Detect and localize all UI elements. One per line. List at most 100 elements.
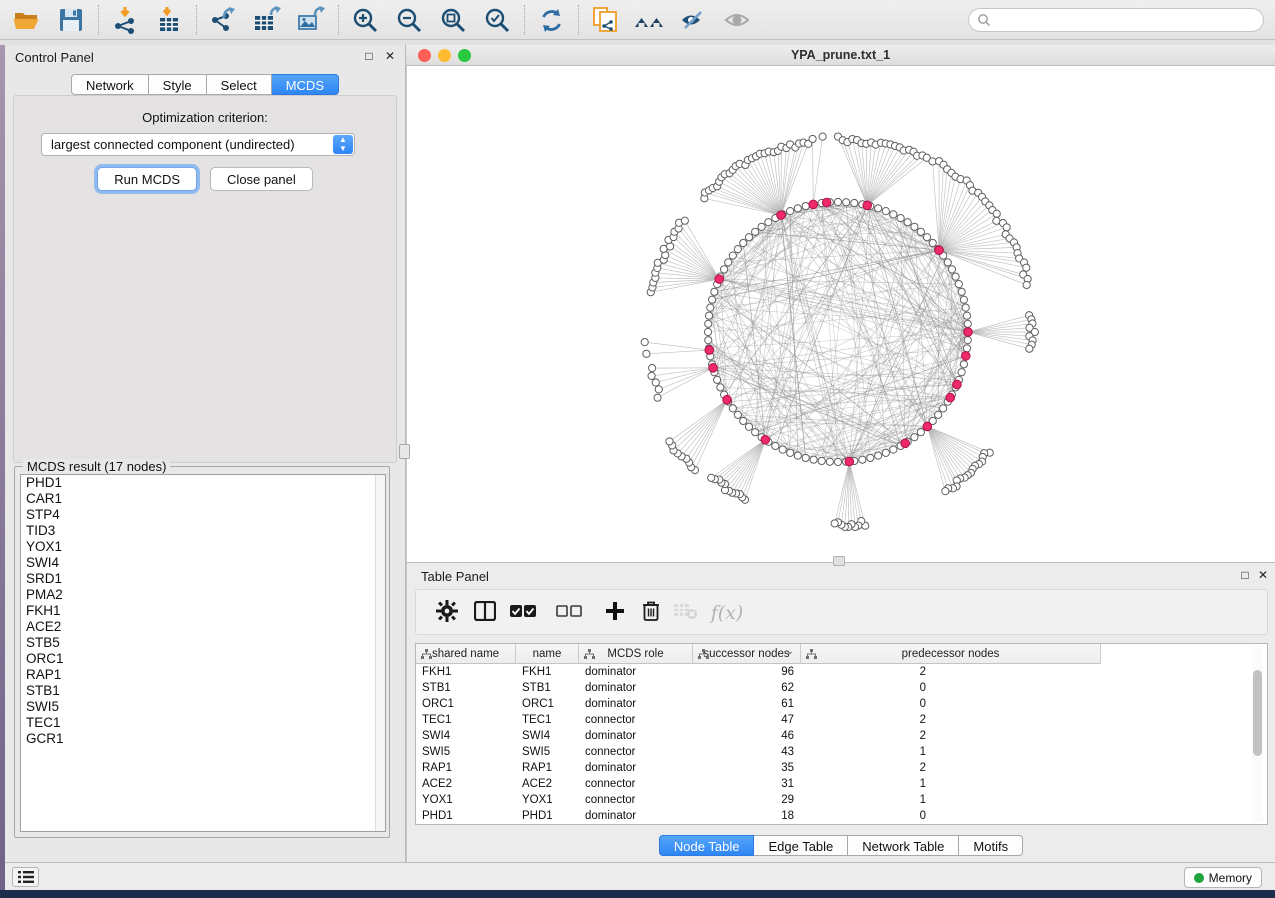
cell-name[interactable]: SWI4 [516,728,579,744]
graph-ring-node[interactable] [802,454,809,461]
refresh-layout-button[interactable] [532,3,570,37]
graph-leaf-node[interactable] [1023,264,1030,271]
zoom-in-button[interactable] [346,3,384,37]
graph-ring-node[interactable] [963,312,970,319]
control-panel-float-icon[interactable]: □ [362,49,376,63]
deselect-all-button[interactable] [554,598,584,628]
column-header-MCDS-role[interactable]: MCDS role [579,644,693,664]
cell-MCDS-role[interactable]: dominator [579,808,693,824]
graph-ring-node[interactable] [714,376,721,383]
import-table-button[interactable] [150,3,188,37]
mcds-result-node[interactable]: GCR1 [21,731,385,747]
tab-network-table[interactable]: Network Table [848,835,959,856]
graph-mcds-hub-node[interactable] [715,275,724,284]
cell-successor-nodes[interactable]: 96 [693,664,801,680]
cell-predecessor-nodes[interactable]: 2 [801,728,1101,744]
cell-MCDS-role[interactable]: dominator [579,760,693,776]
close-panel-button[interactable]: Close panel [210,167,313,191]
graph-leaf-node[interactable] [942,488,949,495]
graph-ring-node[interactable] [794,452,801,459]
mcds-result-node[interactable]: SWI4 [21,555,385,571]
graph-leaf-node[interactable] [1026,345,1033,352]
cell-predecessor-nodes[interactable]: 0 [801,696,1101,712]
table-row[interactable]: YOX1YOX1connector291 [416,792,1267,808]
graph-ring-node[interactable] [740,239,747,246]
mcds-result-node[interactable]: ACE2 [21,619,385,635]
delete-column-button[interactable] [636,598,666,628]
mcds-result-node[interactable]: STP4 [21,507,385,523]
cell-successor-nodes[interactable]: 35 [693,760,801,776]
graph-ring-node[interactable] [745,423,752,430]
graph-ring-node[interactable] [917,429,924,436]
select-all-button[interactable] [508,598,538,628]
cell-shared-name[interactable]: TEC1 [416,712,516,728]
graph-ring-node[interactable] [752,429,759,436]
cell-MCDS-role[interactable]: dominator [579,680,693,696]
cell-predecessor-nodes[interactable]: 0 [801,680,1101,696]
graph-ring-node[interactable] [958,369,965,376]
show-all-button[interactable] [718,3,756,37]
cell-name[interactable]: ORC1 [516,696,579,712]
cell-predecessor-nodes[interactable]: 2 [801,664,1101,680]
graph-ring-node[interactable] [940,405,947,412]
cell-successor-nodes[interactable]: 61 [693,696,801,712]
table-row[interactable]: FKH1FKH1dominator962 [416,664,1267,680]
graph-ring-node[interactable] [725,259,732,266]
graph-ring-node[interactable] [867,454,874,461]
graph-ring-node[interactable] [787,449,794,456]
table-panel-close-icon[interactable]: ✕ [1256,568,1270,582]
zoom-selected-button[interactable] [478,3,516,37]
graph-ring-node[interactable] [818,457,825,464]
table-row[interactable]: SWI5SWI5connector431 [416,744,1267,760]
cell-predecessor-nodes[interactable]: 0 [801,808,1101,824]
mcds-result-node[interactable]: PMA2 [21,587,385,603]
graph-ring-node[interactable] [705,312,712,319]
cell-MCDS-role[interactable]: dominator [579,696,693,712]
control-panel-close-icon[interactable]: ✕ [383,49,397,63]
graph-ring-node[interactable] [851,199,858,206]
graph-leaf-node[interactable] [655,386,662,393]
cell-name[interactable]: FKH1 [516,664,579,680]
show-columns-button[interactable] [470,598,500,628]
tab-network[interactable]: Network [71,74,149,95]
graph-ring-node[interactable] [765,219,772,226]
cell-name[interactable]: ACE2 [516,776,579,792]
mcds-result-node[interactable]: TID3 [21,523,385,539]
import-network-button[interactable] [106,3,144,37]
export-table-button[interactable] [248,3,286,37]
memory-button[interactable]: Memory [1184,867,1262,888]
cell-successor-nodes[interactable]: 31 [693,776,801,792]
graph-mcds-hub-node[interactable] [809,200,818,209]
graph-mcds-hub-node[interactable] [822,198,831,207]
graph-ring-node[interactable] [729,252,736,259]
graph-ring-node[interactable] [944,259,951,266]
graph-ring-node[interactable] [875,205,882,212]
graph-ring-node[interactable] [917,228,924,235]
cell-successor-nodes[interactable]: 43 [693,744,801,760]
graph-ring-node[interactable] [834,458,841,465]
mcds-result-node[interactable]: FKH1 [21,603,385,619]
graph-mcds-hub-node[interactable] [923,422,932,431]
graph-leaf-node[interactable] [652,379,659,386]
cell-predecessor-nodes[interactable]: 1 [801,776,1101,792]
cell-shared-name[interactable]: YOX1 [416,792,516,808]
graph-mcds-hub-node[interactable] [946,393,955,402]
graph-mcds-hub-node[interactable] [901,439,910,448]
cell-successor-nodes[interactable]: 18 [693,808,801,824]
table-scrollbar[interactable] [1252,646,1263,822]
graph-leaf-node[interactable] [819,133,826,140]
graph-ring-node[interactable] [897,214,904,221]
graph-mcds-hub-node[interactable] [723,395,732,404]
table-row[interactable]: ORC1ORC1dominator610 [416,696,1267,712]
network-graph[interactable] [407,66,1275,562]
graph-leaf-node[interactable] [993,210,1000,217]
cell-successor-nodes[interactable]: 47 [693,712,801,728]
column-header-predecessor-nodes[interactable]: predecessor nodes [801,644,1101,664]
cell-predecessor-nodes[interactable]: 2 [801,712,1101,728]
cell-predecessor-nodes[interactable]: 2 [801,760,1101,776]
mcds-result-node[interactable]: STB1 [21,683,385,699]
graph-leaf-node[interactable] [1023,281,1030,288]
cell-MCDS-role[interactable]: connector [579,712,693,728]
column-header-name[interactable]: name [516,644,579,664]
cell-shared-name[interactable]: FKH1 [416,664,516,680]
